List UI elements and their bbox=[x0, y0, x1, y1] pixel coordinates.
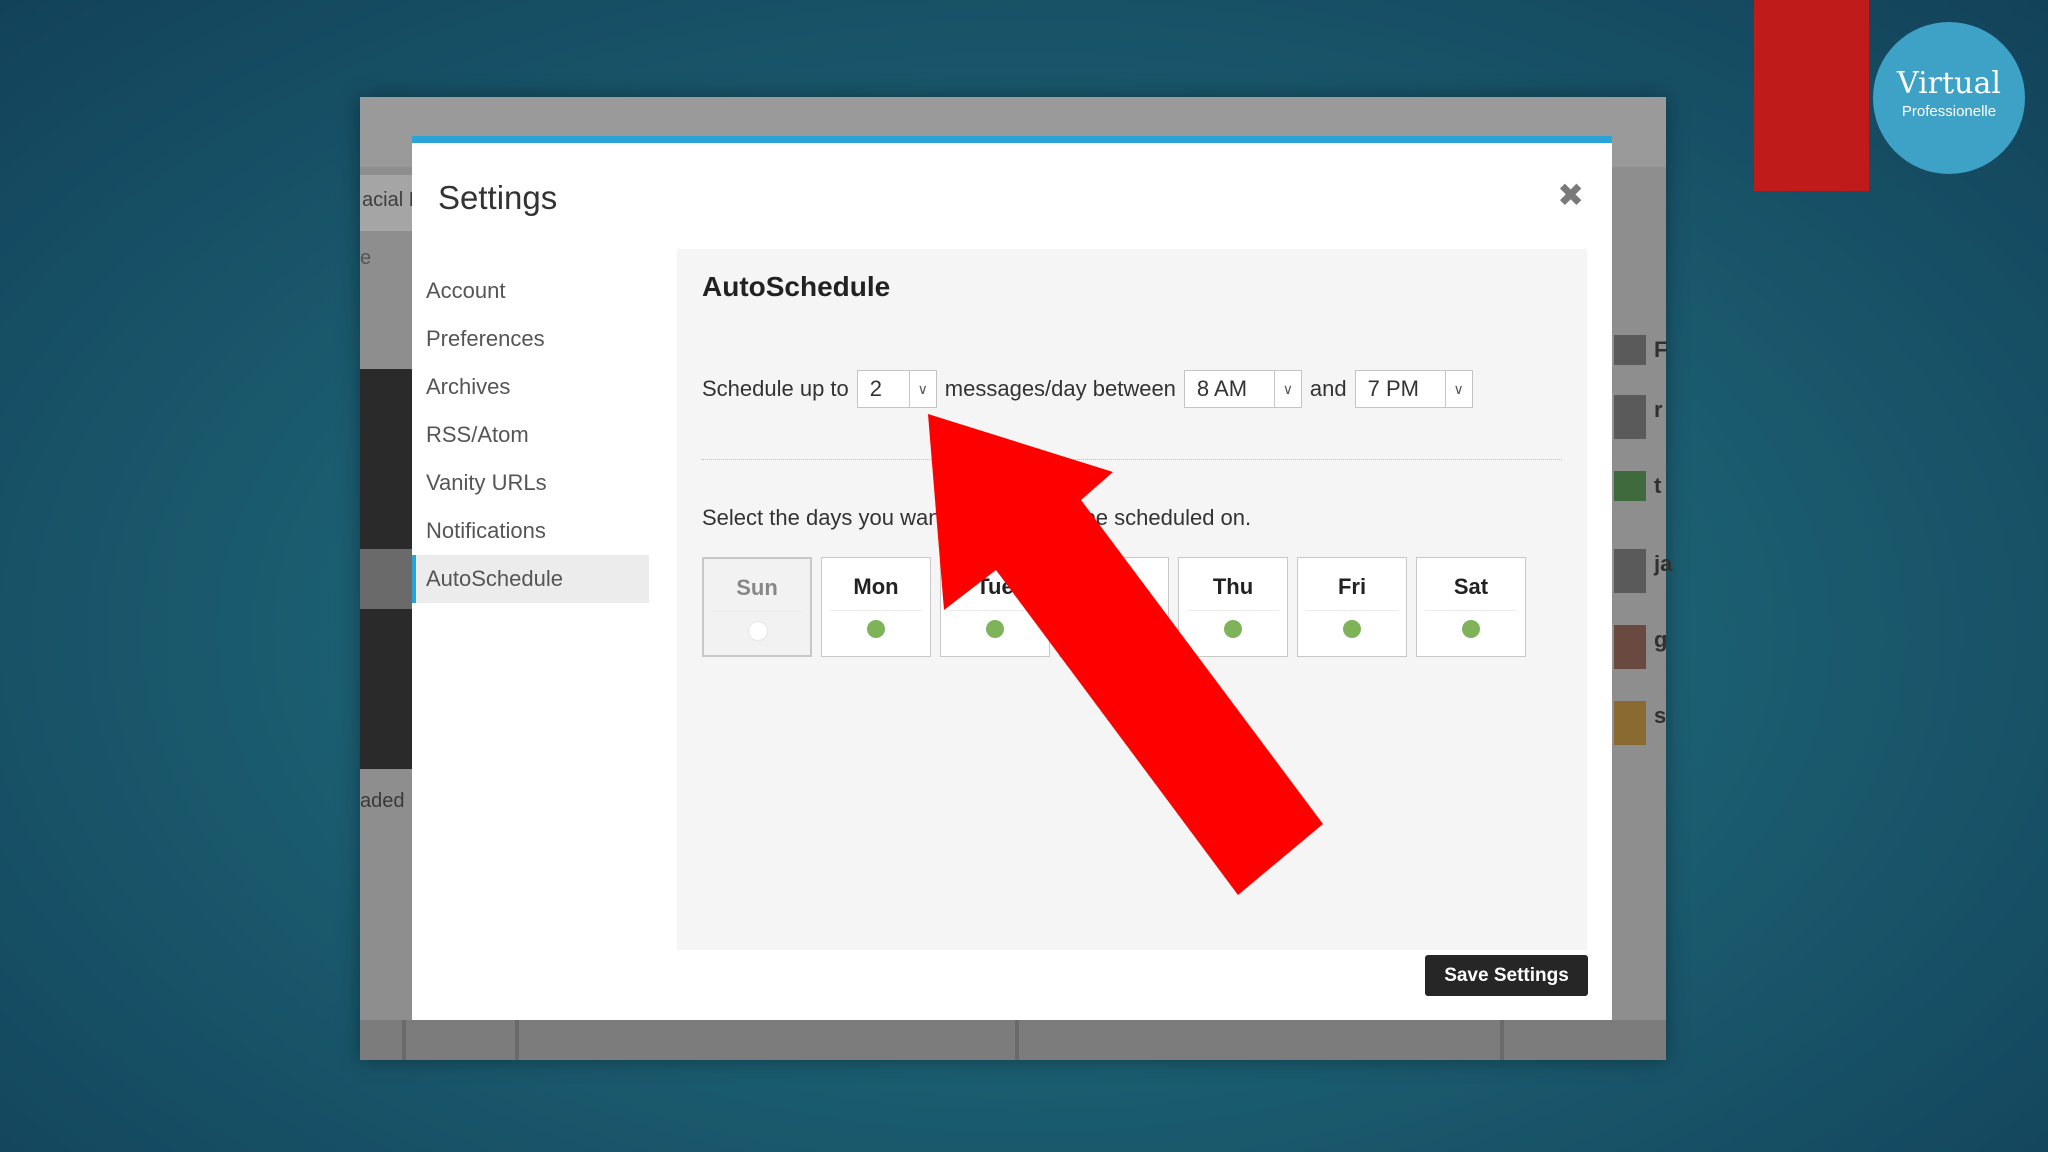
panel-title: AutoSchedule bbox=[702, 271, 891, 302]
message-count-select[interactable]: 2 ∨ bbox=[856, 370, 937, 408]
sidebar-item-autoschedule[interactable]: AutoSchedule bbox=[412, 555, 649, 603]
settings-sidebar: Account Preferences Archives RSS/Atom Va… bbox=[412, 267, 649, 603]
day-label: Tue bbox=[976, 574, 1014, 599]
avatar bbox=[1614, 395, 1646, 439]
logo-text-secondary: Professionelle bbox=[1901, 103, 1997, 120]
schedule-middle-label: messages/day between bbox=[944, 376, 1176, 401]
modal-title: Settings bbox=[438, 179, 558, 216]
day-label: Wed bbox=[1090, 574, 1138, 599]
day-toggle-fri[interactable]: Fri bbox=[1297, 557, 1407, 657]
background-user-list: F r t ja g s bbox=[1614, 227, 1672, 787]
day-label: Thu bbox=[1212, 574, 1254, 599]
day-toggle-sun[interactable]: Sun bbox=[702, 557, 812, 657]
background-user-letter: r bbox=[1654, 397, 1663, 422]
dotted-divider bbox=[702, 459, 1562, 460]
end-time-select[interactable]: 7 PM ∨ bbox=[1354, 370, 1473, 408]
background-user-letter: t bbox=[1654, 473, 1662, 498]
sidebar-item-account[interactable]: Account bbox=[412, 267, 649, 315]
background-user-letter: s bbox=[1654, 703, 1667, 728]
day-status-dot bbox=[1343, 620, 1361, 638]
day-toggle-mon[interactable]: Mon bbox=[821, 557, 931, 657]
background-status-text: aded bbox=[360, 790, 405, 812]
sidebar-item-archives[interactable]: Archives bbox=[412, 363, 649, 411]
avatar bbox=[1614, 549, 1646, 593]
chevron-down-icon: ∨ bbox=[908, 371, 936, 407]
background-user-letter: g bbox=[1654, 627, 1668, 652]
day-label: Sun bbox=[736, 575, 778, 600]
sidebar-item-vanity-urls[interactable]: Vanity URLs bbox=[412, 459, 649, 507]
brand-red-bar bbox=[1754, 0, 1869, 191]
day-toggle-wed[interactable]: Wed bbox=[1059, 557, 1169, 657]
start-time-value: 8 AM bbox=[1196, 376, 1248, 401]
brand-logo: Virtual Professionelle bbox=[1873, 22, 2025, 174]
day-status-dot bbox=[867, 620, 885, 638]
background-footer bbox=[360, 1020, 1666, 1060]
days-instruction: Select the days you want messages to be … bbox=[702, 505, 1252, 530]
background-user-letter: F bbox=[1654, 337, 1668, 362]
avatar bbox=[1614, 701, 1646, 745]
day-status-dot bbox=[986, 620, 1004, 638]
sidebar-item-rss-atom[interactable]: RSS/Atom bbox=[412, 411, 649, 459]
avatar bbox=[1614, 625, 1646, 669]
end-time-value: 7 PM bbox=[1367, 376, 1419, 401]
day-selector: Sun Mon Tue Wed Thu Fri Sat bbox=[702, 557, 1526, 657]
day-toggle-sat[interactable]: Sat bbox=[1416, 557, 1526, 657]
avatar bbox=[1614, 335, 1646, 365]
schedule-prefix-label: Schedule up to bbox=[702, 376, 849, 401]
chevron-down-icon: ∨ bbox=[1444, 371, 1472, 407]
background-user-letter: ja bbox=[1654, 551, 1673, 576]
day-status-dot bbox=[1224, 620, 1242, 638]
autoschedule-panel: AutoSchedule Schedule up to 2 ∨ messages… bbox=[677, 249, 1587, 950]
day-toggle-thu[interactable]: Thu bbox=[1178, 557, 1288, 657]
chevron-down-icon: ∨ bbox=[1273, 371, 1301, 407]
day-status-dot bbox=[748, 621, 768, 641]
and-label: and bbox=[1309, 376, 1347, 401]
logo-text-primary: Virtual bbox=[1897, 66, 2001, 101]
sidebar-item-notifications[interactable]: Notifications bbox=[412, 507, 649, 555]
save-settings-button[interactable]: Save Settings bbox=[1425, 955, 1588, 996]
background-image-panel bbox=[360, 369, 412, 769]
day-label: Fri bbox=[1337, 574, 1367, 599]
start-time-select[interactable]: 8 AM ∨ bbox=[1183, 370, 1302, 408]
sidebar-item-preferences[interactable]: Preferences bbox=[412, 315, 649, 363]
settings-modal: Settings ✖ Account Preferences Archives … bbox=[412, 136, 1612, 1020]
avatar bbox=[1614, 471, 1646, 501]
schedule-row: Schedule up to 2 ∨ messages/day between … bbox=[702, 369, 1481, 409]
day-label: Mon bbox=[853, 574, 899, 599]
day-status-dot bbox=[1462, 620, 1480, 638]
background-left-text: e bbox=[360, 247, 372, 269]
day-toggle-tue[interactable]: Tue bbox=[940, 557, 1050, 657]
close-icon[interactable]: ✖ bbox=[1557, 179, 1584, 211]
message-count-value: 2 bbox=[869, 376, 883, 401]
day-label: Sat bbox=[1453, 574, 1489, 599]
day-status-dot bbox=[1105, 620, 1123, 638]
